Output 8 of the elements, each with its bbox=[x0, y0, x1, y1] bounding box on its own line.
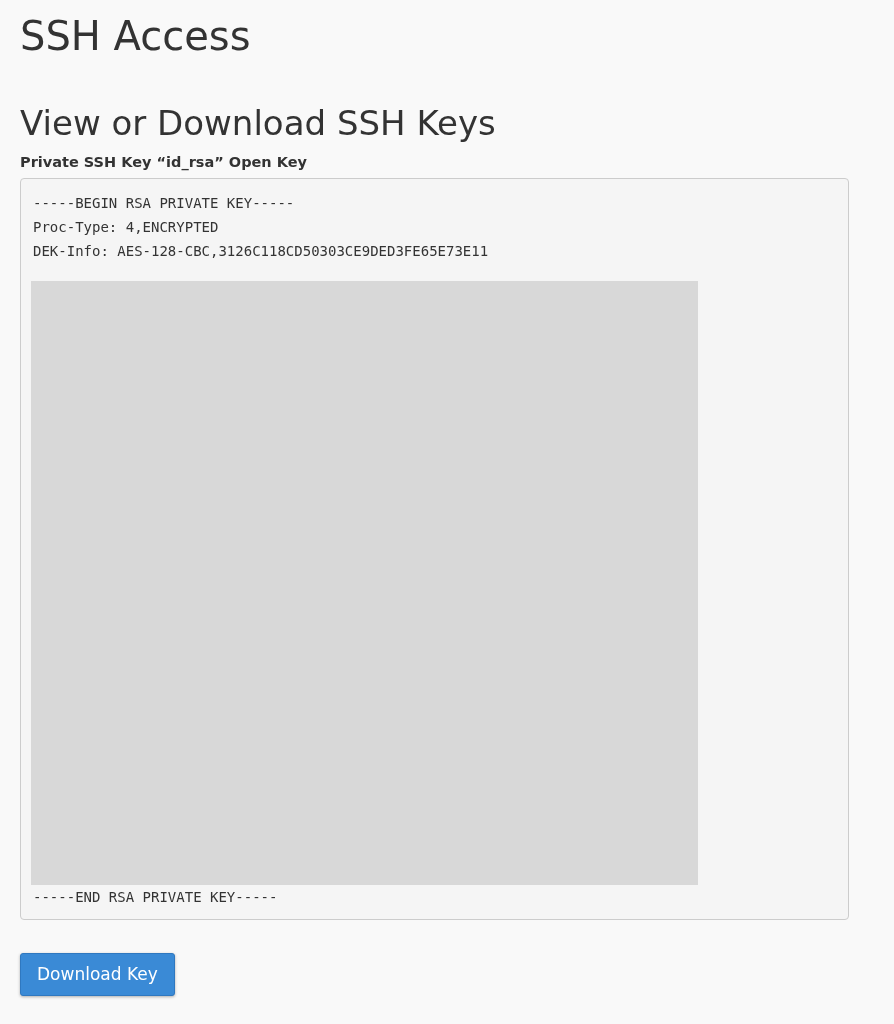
key-label: Private SSH Key “id_rsa” Open Key bbox=[20, 153, 308, 173]
key-line: -----END RSA PRIVATE KEY----- bbox=[32, 887, 279, 907]
key-line: DEK-Info: AES-128-CBC,3126C118CD50303CE9DED3FE65E73E11 bbox=[32, 241, 490, 261]
key-line: Proc-Type: 4,ENCRYPTED bbox=[32, 217, 220, 237]
section-title: View or Download SSH Keys bbox=[20, 102, 497, 145]
page-title: SSH Access bbox=[20, 12, 252, 61]
key-line: -----BEGIN RSA PRIVATE KEY----- bbox=[32, 193, 296, 213]
download-button[interactable]: Download Key bbox=[20, 952, 175, 997]
